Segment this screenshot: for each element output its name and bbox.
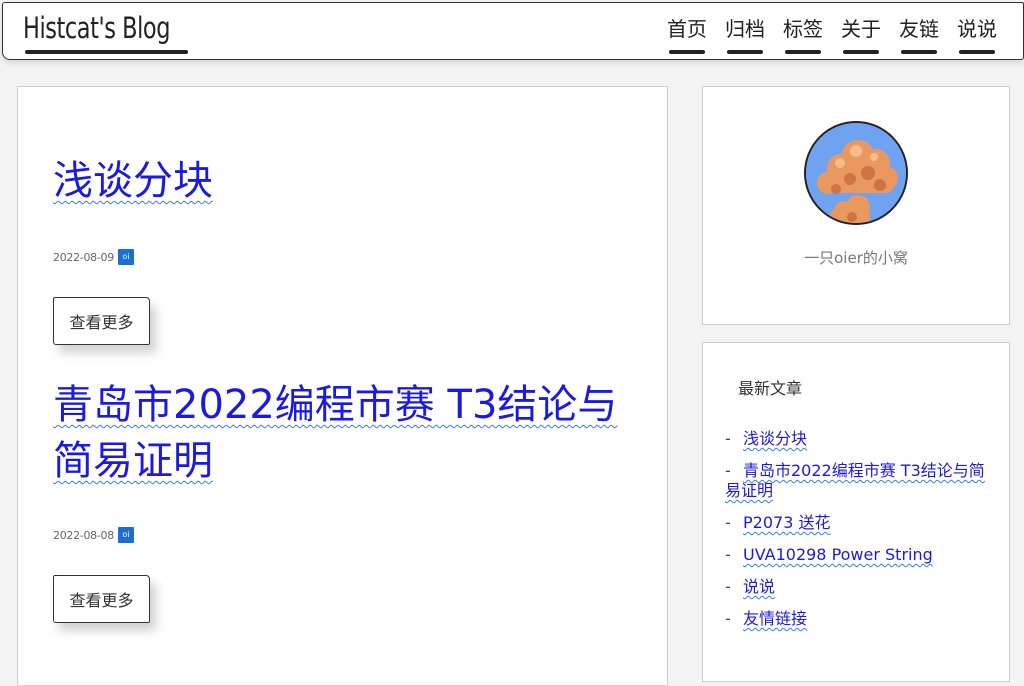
list-item: - P2073 送花: [725, 513, 995, 533]
dash-marker: -: [725, 429, 731, 448]
dash-marker: -: [725, 545, 731, 564]
list-item: - 青岛市2022编程市赛 T3结论与简易证明: [725, 461, 995, 501]
profile-description: 一只oier的小窝: [804, 249, 908, 267]
dash-marker: -: [725, 461, 731, 480]
list-item: - 说说: [725, 577, 995, 597]
recent-posts-title: 最新文章: [738, 379, 803, 398]
post-date: 2022-08-08: [53, 528, 114, 542]
nav-talks[interactable]: 说说: [957, 13, 997, 54]
list-item: - 友情链接: [725, 609, 995, 629]
post-title-line: 简易证明: [53, 438, 213, 484]
logo-underline: [25, 50, 188, 54]
post-list-card: 浅谈分块 2022-08-09 oi 查看更多 青岛市2022编程市赛 T3结论…: [17, 86, 668, 686]
list-item: - UVA10298 Power String: [725, 545, 995, 565]
post-meta: 2022-08-09 oi: [53, 249, 134, 265]
site-logo[interactable]: Histcat's Blog: [23, 11, 170, 45]
recent-posts-card: 最新文章 - 浅谈分块 - 青岛市2022编程市赛 T3结论与简易证明 - P2…: [702, 342, 1010, 682]
nav-home[interactable]: 首页: [667, 13, 707, 54]
profile-card: 一只oier的小窝: [702, 86, 1010, 325]
recent-post-link[interactable]: UVA10298 Power String: [743, 545, 933, 564]
post-title-line: 青岛市2022编程市赛 T3结论与: [53, 382, 618, 428]
post-title[interactable]: 浅谈分块: [53, 153, 213, 209]
dash-marker: -: [725, 609, 731, 628]
read-more-button[interactable]: 查看更多: [53, 575, 150, 623]
post-tag[interactable]: oi: [117, 249, 134, 265]
dash-marker: -: [725, 577, 731, 596]
dash-marker: -: [725, 513, 731, 532]
recent-post-link[interactable]: 说说: [743, 577, 775, 596]
list-item: - 浅谈分块: [725, 429, 995, 449]
post-meta: 2022-08-08 oi: [53, 527, 134, 543]
nav-tags[interactable]: 标签: [783, 13, 823, 54]
recent-post-link[interactable]: 浅谈分块: [743, 429, 807, 448]
read-more-button[interactable]: 查看更多: [53, 297, 150, 345]
avatar: [804, 121, 908, 225]
recent-post-link[interactable]: P2073 送花: [743, 513, 830, 532]
nav-about[interactable]: 关于: [841, 13, 881, 54]
recent-post-link[interactable]: 青岛市2022编程市赛 T3结论与简易证明: [725, 461, 985, 500]
post-title[interactable]: 青岛市2022编程市赛 T3结论与 简易证明: [53, 377, 617, 489]
post-date: 2022-08-09: [53, 250, 114, 264]
recent-posts-list: - 浅谈分块 - 青岛市2022编程市赛 T3结论与简易证明 - P2073 送…: [725, 429, 995, 641]
nav-friends[interactable]: 友链: [899, 13, 939, 54]
cloud-icon: [806, 123, 906, 223]
nav-archive[interactable]: 归档: [725, 13, 765, 54]
main-nav: 首页 归档 标签 关于 友链 说说: [667, 13, 997, 54]
site-header: Histcat's Blog 首页 归档 标签 关于 友链 说说: [2, 2, 1024, 60]
post-tag[interactable]: oi: [117, 527, 134, 543]
recent-post-link[interactable]: 友情链接: [743, 609, 807, 628]
